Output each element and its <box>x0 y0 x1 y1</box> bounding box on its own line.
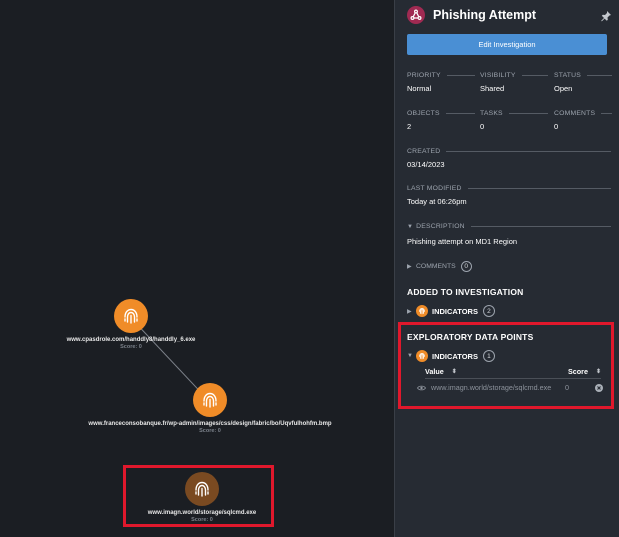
graph-edges <box>130 317 210 402</box>
fingerprint-icon <box>193 383 227 417</box>
comments-toggle-label: COMMENTS <box>416 263 456 270</box>
edit-investigation-button[interactable]: Edit Investigation <box>407 34 607 55</box>
node-score: Score: 0 <box>199 428 221 434</box>
node-label: www.cpasdrole.com/handdly8/handdly_6.exe <box>66 337 196 343</box>
selection-highlight <box>123 465 274 527</box>
last-modified-field: LAST MODIFIED Today at 06:26pm <box>407 185 611 206</box>
tasks-field: TASKS 0 <box>480 110 548 131</box>
chevron-down-icon: ▼ <box>407 223 414 230</box>
description-toggle[interactable]: ▼ DESCRIPTION <box>407 223 611 230</box>
graph-canvas[interactable]: www.cpasdrole.com/handdly8/handdly_6.exe… <box>0 0 394 537</box>
page-title: Phishing Attempt <box>433 8 537 22</box>
comments-toggle[interactable]: ▶ COMMENTS 0 <box>407 261 472 272</box>
created-label: CREATED <box>407 148 611 155</box>
graph-node[interactable]: www.cpasdrole.com/handdly8/handdly_6.exe… <box>1 299 261 350</box>
objects-field: OBJECTS 2 <box>407 110 475 131</box>
last-modified-value: Today at 06:26pm <box>407 197 467 206</box>
node-score: Score: 0 <box>120 344 142 350</box>
added-indicators-toggle[interactable]: ▶ INDICATORS 2 <box>407 305 495 317</box>
comments-count-value: 0 <box>554 122 559 131</box>
visibility-label: VISIBILITY <box>480 72 548 79</box>
added-indicators-count: 2 <box>482 305 495 317</box>
priority-label: PRIORITY <box>407 72 475 79</box>
description-header: ▼ DESCRIPTION <box>407 223 611 230</box>
visibility-value: Shared <box>480 84 505 93</box>
description-text: Phishing attempt on MD1 Region <box>407 237 518 246</box>
comments-count-label: COMMENTS <box>554 110 612 117</box>
added-indicators-label: INDICATORS <box>432 306 478 316</box>
last-modified-label: LAST MODIFIED <box>407 185 611 192</box>
priority-value: Normal <box>407 84 432 93</box>
node-label: www.franceconsobanque.fr/wp-admin/images… <box>88 421 332 427</box>
status-value: Open <box>554 84 573 93</box>
graph-node[interactable]: www.franceconsobanque.fr/wp-admin/images… <box>80 383 340 434</box>
objects-value: 2 <box>407 122 412 131</box>
exploratory-highlight <box>398 322 614 409</box>
added-to-investigation-title: ADDED TO INVESTIGATION <box>407 287 524 297</box>
investigation-panel: Phishing Attempt Edit Investigation PRIO… <box>394 0 619 537</box>
fingerprint-icon <box>416 305 428 317</box>
chevron-right-icon: ▶ <box>407 264 412 270</box>
status-field: STATUS Open <box>554 72 612 93</box>
comments-count-badge: 0 <box>460 261 472 272</box>
comments-count-field: COMMENTS 0 <box>554 110 612 131</box>
chevron-right-icon: ▶ <box>407 308 412 315</box>
created-value: 03/14/2023 <box>407 160 445 169</box>
created-field: CREATED 03/14/2023 <box>407 148 611 169</box>
objects-label: OBJECTS <box>407 110 475 117</box>
visibility-field: VISIBILITY Shared <box>480 72 548 93</box>
tasks-value: 0 <box>480 122 485 131</box>
fingerprint-icon <box>114 299 148 333</box>
status-label: STATUS <box>554 72 612 79</box>
pin-icon[interactable] <box>600 9 612 22</box>
tasks-label: TASKS <box>480 110 548 117</box>
description-label: DESCRIPTION <box>416 223 465 230</box>
investigation-logo-icon <box>407 6 425 24</box>
priority-field: PRIORITY Normal <box>407 72 475 93</box>
panel-header: Phishing Attempt <box>407 4 612 26</box>
